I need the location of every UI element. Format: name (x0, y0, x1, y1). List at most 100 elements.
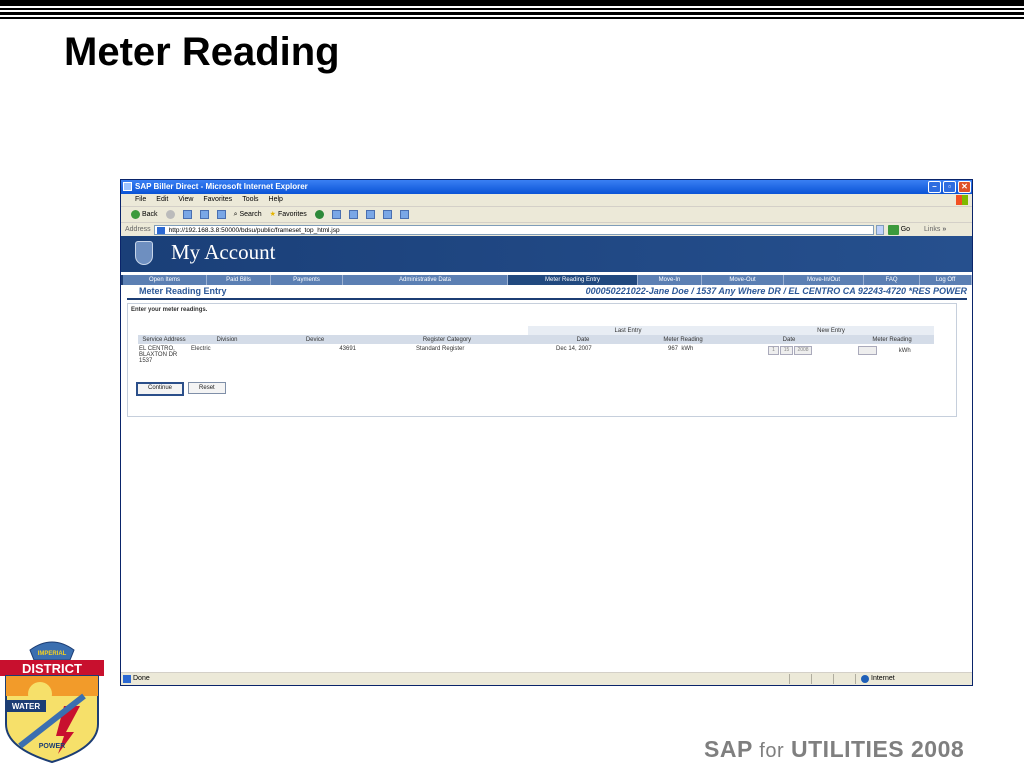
favorites-button[interactable]: ★ Favorites (270, 207, 307, 222)
history-icon[interactable] (331, 210, 341, 219)
address-input[interactable]: http://192.168.3.8:50000/bdsu/public/fra… (153, 225, 874, 235)
cell-last-reading: 967 kWh (638, 344, 728, 365)
mail-icon[interactable] (348, 210, 358, 219)
window-title: SAP Biller Direct - Microsoft Internet E… (135, 182, 308, 191)
menu-edit[interactable]: Edit (156, 194, 168, 206)
nav-meter-reading-entry[interactable]: Meter Reading Entry (508, 275, 638, 285)
reset-button[interactable]: Reset (188, 382, 226, 394)
back-label: Back (142, 211, 158, 218)
instruction-text: Enter your meter readings. (131, 307, 208, 313)
new-date-day-input[interactable]: 15 (780, 346, 794, 355)
new-reading-unit: kWh (898, 348, 911, 355)
group-new-entry: New Entry (728, 326, 935, 335)
account-line: 000050221022-Jane Doe / 1537 Any Where D… (585, 286, 967, 296)
last-reading-value: 967 (668, 346, 679, 352)
ie-app-icon (123, 182, 132, 191)
maximize-button[interactable]: ▫ (943, 181, 956, 193)
menu-bar: File Edit View Favorites Tools Help (121, 194, 972, 207)
nav-move-in-out[interactable]: Move-In/Out (784, 275, 864, 285)
nav-administrative-data[interactable]: Administrative Data (343, 275, 508, 285)
menu-view[interactable]: View (178, 194, 193, 206)
minimize-button[interactable]: – (928, 181, 941, 193)
col-new-date: Date (728, 335, 851, 344)
search-label: Search (239, 211, 262, 218)
search-button[interactable]: ⌕ Search (234, 207, 262, 222)
sap-utilities-footer: SAP for UTILITIES 2008 (704, 736, 964, 763)
go-label: Go (900, 226, 911, 233)
back-button[interactable]: Back (131, 207, 158, 222)
status-text: Done (133, 675, 150, 682)
table-row: EL CENTRO, BLAXTON DR 1537 Electric 4369… (138, 344, 934, 365)
windows-logo-icon (956, 195, 968, 205)
menu-tools[interactable]: Tools (242, 194, 258, 206)
col-division: Division (190, 335, 264, 344)
forward-arrow-icon (165, 210, 175, 219)
main-nav: Open Items Paid Bills Payments Administr… (121, 275, 972, 285)
links-button[interactable]: Links » (924, 223, 946, 237)
stop-icon[interactable] (182, 210, 192, 219)
district-logo: IMPERIAL DISTRICT WATER POWER (0, 641, 104, 764)
nav-faq[interactable]: FAQ (864, 275, 920, 285)
group-last-entry: Last Entry (528, 326, 729, 335)
print-icon[interactable] (365, 210, 375, 219)
meter-entry-section: Enter your meter readings. Last Entry Ne… (127, 303, 957, 417)
edit-icon[interactable] (382, 210, 392, 219)
cell-division: Electric (191, 346, 211, 352)
account-banner: My Account (121, 236, 972, 272)
nav-payments[interactable]: Payments (271, 275, 343, 285)
star-icon: ★ (269, 211, 276, 218)
action-buttons: Continue Reset (136, 382, 226, 396)
menu-help[interactable]: Help (269, 194, 283, 206)
close-button[interactable]: ✕ (958, 181, 971, 193)
col-service-address: Service Address (138, 335, 190, 344)
zone-text: Internet (871, 675, 895, 682)
nav-log-off[interactable]: Log Off (920, 275, 972, 285)
crest-icon (135, 241, 153, 265)
svg-text:IMPERIAL: IMPERIAL (38, 651, 67, 657)
banner-title: My Account (171, 240, 276, 264)
footer-for: for (759, 740, 785, 762)
col-register-category: Register Category (366, 335, 528, 344)
forward-button[interactable] (165, 210, 175, 219)
footer-brand: SAP (704, 736, 753, 762)
page-icon (156, 227, 165, 234)
refresh-icon[interactable] (199, 210, 209, 219)
new-date-month-input[interactable]: 1 (768, 346, 780, 355)
nav-move-in[interactable]: Move-In (638, 275, 702, 285)
address-dropdown-icon[interactable] (875, 225, 884, 235)
internet-zone-icon (861, 675, 869, 683)
nav-paid-bills[interactable]: Paid Bills (207, 275, 271, 285)
address-url: http://192.168.3.8:50000/bdsu/public/fra… (168, 227, 340, 234)
footer-product: UTILITIES 2008 (791, 736, 965, 762)
col-last-date: Date (528, 335, 638, 344)
col-device: Device (264, 335, 366, 344)
browser-window: SAP Biller Direct - Microsoft Internet E… (120, 179, 973, 686)
top-rule-lines (0, 0, 1024, 20)
discuss-icon[interactable] (399, 210, 409, 219)
go-button[interactable]: Go (887, 223, 911, 237)
page-done-icon (123, 675, 131, 683)
nav-open-items[interactable]: Open Items (123, 275, 207, 285)
window-titlebar: SAP Biller Direct - Microsoft Internet E… (121, 180, 972, 194)
continue-button[interactable]: Continue (136, 382, 185, 396)
cell-last-date: Dec 14, 2007 (556, 346, 592, 352)
home-icon[interactable] (216, 210, 226, 219)
new-reading-input[interactable] (858, 346, 878, 355)
svg-text:WATER: WATER (12, 702, 41, 711)
cell-service-address: EL CENTRO, BLAXTON DR 1537 (139, 346, 178, 364)
media-icon[interactable] (314, 210, 324, 219)
favorites-label: Favorites (277, 211, 307, 218)
go-arrow-icon (887, 225, 899, 235)
page-header: Meter Reading Entry 000050221022-Jane Do… (127, 286, 967, 300)
nav-move-out[interactable]: Move-Out (702, 275, 784, 285)
status-bar: Done Internet (121, 672, 972, 685)
page-content: My Account Open Items Paid Bills Payment… (121, 236, 972, 672)
menu-favorites[interactable]: Favorites (203, 194, 232, 206)
menu-file[interactable]: File (135, 194, 146, 206)
new-date-year-input[interactable]: 2008 (794, 346, 813, 355)
slide-title: Meter Reading (64, 30, 340, 74)
col-last-meter-reading: Meter Reading (638, 335, 729, 344)
search-icon: ⌕ (233, 211, 238, 218)
back-arrow-icon (131, 210, 140, 219)
svg-text:POWER: POWER (39, 743, 65, 750)
